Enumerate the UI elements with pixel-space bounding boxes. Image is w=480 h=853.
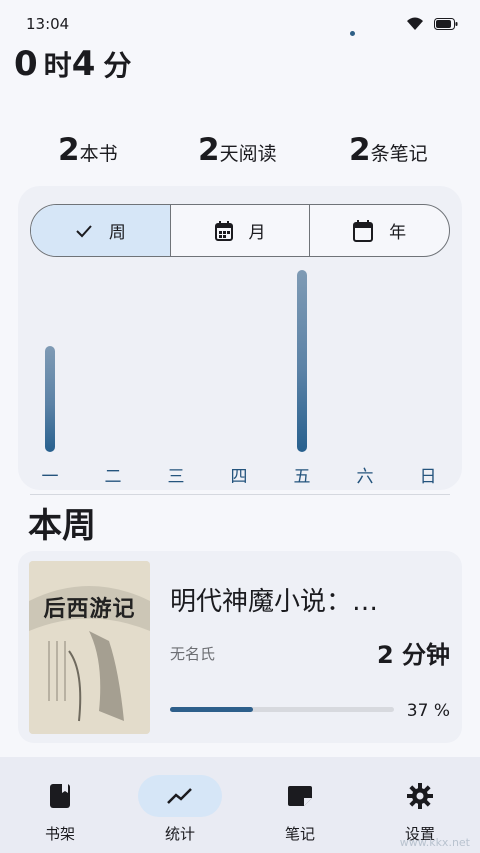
- nav-stats[interactable]: 统计: [120, 757, 240, 853]
- bar-chart: [18, 266, 462, 452]
- calendar-year-icon: [353, 219, 374, 242]
- indicator-dot: [350, 31, 355, 36]
- divider: [30, 494, 450, 495]
- book-title: 明代神魔小说：…: [170, 587, 379, 617]
- nav-bookshelf[interactable]: 书架: [0, 757, 120, 853]
- day-label: 五: [293, 467, 311, 487]
- summary-books: 2 本书: [58, 132, 118, 168]
- status-time: 13:04: [26, 15, 70, 33]
- status-bar: 13:04: [0, 0, 480, 48]
- section-title: 本周: [28, 506, 96, 546]
- wifi-icon: [407, 17, 423, 30]
- book-author: 无名氏: [170, 645, 216, 663]
- calendar-month-icon: [214, 220, 233, 241]
- stats-icon: [167, 788, 192, 804]
- summary-row: 2 本书 2 天阅读 2 条笔记: [0, 132, 480, 172]
- day-label: 四: [230, 467, 248, 487]
- note-icon: [288, 786, 312, 806]
- tab-month[interactable]: 月: [171, 205, 311, 256]
- period-selector: 周 月 年: [30, 204, 450, 257]
- progress-fill: [170, 707, 253, 712]
- check-icon: [76, 224, 92, 237]
- day-label: 三: [167, 467, 185, 487]
- progress-bar: [170, 707, 394, 712]
- chart-bar: [297, 270, 307, 452]
- total-reading-time: 0 时4 分: [14, 44, 132, 84]
- day-label: 六: [356, 467, 374, 487]
- tab-week[interactable]: 周: [31, 205, 171, 256]
- summary-notes: 2 条笔记: [349, 132, 428, 168]
- book-reading-time: 2 分钟: [376, 641, 450, 669]
- weekly-chart-card: 周 月 年 一 二 三 四 五 六 日: [18, 186, 462, 490]
- day-label: 一: [41, 467, 59, 487]
- day-label: 二: [104, 467, 122, 487]
- chart-bar: [45, 346, 55, 452]
- bookshelf-icon: [50, 784, 70, 808]
- gear-icon: [407, 783, 433, 809]
- day-label: 日: [419, 467, 437, 487]
- book-card[interactable]: 后西游记 明代神魔小说：… 无名氏 2 分钟 37 %: [18, 551, 462, 743]
- battery-icon: [434, 18, 458, 30]
- progress-text: 37 %: [406, 701, 450, 721]
- book-cover-title: 后西游记: [43, 596, 136, 622]
- watermark: www.kkx.net: [399, 836, 470, 849]
- bottom-nav: 书架 统计 笔记 设置 www.kkx.net: [0, 757, 480, 853]
- book-cover: 后西游记: [29, 561, 150, 734]
- tab-year[interactable]: 年: [310, 205, 449, 256]
- summary-days: 2 天阅读: [198, 132, 277, 168]
- nav-notes[interactable]: 笔记: [240, 757, 360, 853]
- book-cover-art: [29, 561, 150, 734]
